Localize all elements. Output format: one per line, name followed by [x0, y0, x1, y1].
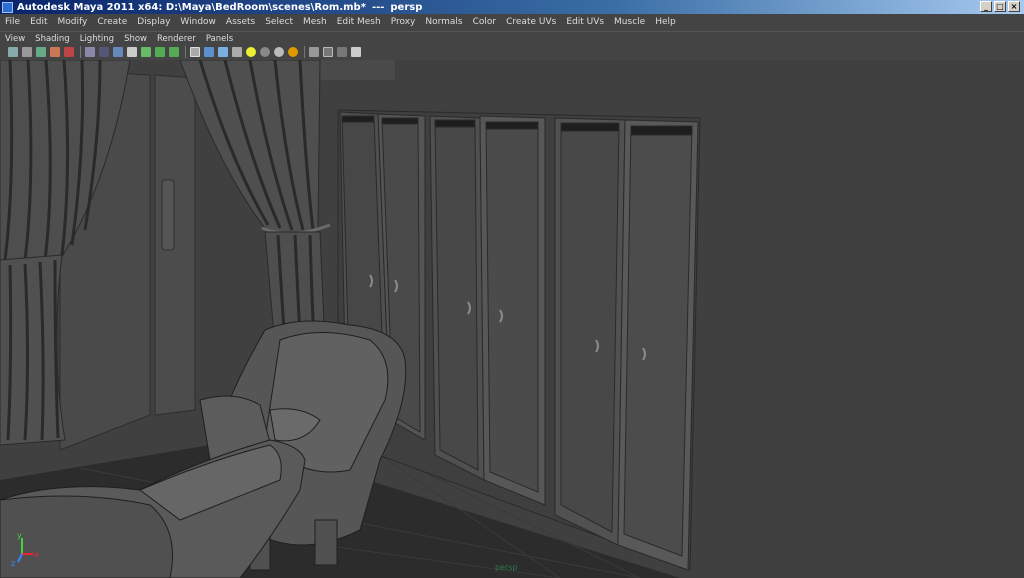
menu-create-uvs[interactable]: Create UVs: [501, 17, 561, 27]
grid-icon[interactable]: [85, 47, 95, 57]
toolbar-separator: [304, 46, 305, 58]
motion-blur-icon[interactable]: [288, 47, 298, 57]
menu-muscle[interactable]: Muscle: [609, 17, 650, 27]
camera-attributes-icon[interactable]: [8, 47, 18, 57]
gate-mask-icon[interactable]: [127, 47, 137, 57]
menu-edit[interactable]: Edit: [25, 17, 52, 27]
safe-title-icon[interactable]: [169, 47, 179, 57]
menu-edit-uvs[interactable]: Edit UVs: [561, 17, 609, 27]
panel-menu-renderer[interactable]: Renderer: [152, 34, 201, 44]
field-chart-icon[interactable]: [141, 47, 151, 57]
wireframe-icon[interactable]: [190, 47, 200, 57]
menu-select[interactable]: Select: [260, 17, 298, 27]
menu-create[interactable]: Create: [92, 17, 132, 27]
panel-menu-show[interactable]: Show: [119, 34, 152, 44]
menu-help[interactable]: Help: [650, 17, 681, 27]
wardrobe-door: [479, 115, 546, 506]
grease-pencil-icon[interactable]: [64, 47, 74, 57]
xray-components-icon[interactable]: [351, 47, 361, 57]
title-separator: ---: [371, 1, 385, 13]
panel-menu-bar: View Shading Lighting Show Renderer Pane…: [0, 31, 1024, 45]
menu-modify[interactable]: Modify: [53, 17, 93, 27]
textured-icon[interactable]: [232, 47, 242, 57]
panel-menu-panels[interactable]: Panels: [201, 34, 238, 44]
maya-app-icon[interactable]: [2, 1, 13, 13]
xray-icon[interactable]: [323, 47, 333, 57]
menu-edit-mesh[interactable]: Edit Mesh: [332, 17, 386, 27]
smooth-shade-icon[interactable]: [204, 47, 214, 57]
menu-window[interactable]: Window: [175, 17, 221, 27]
menu-file[interactable]: File: [0, 17, 25, 27]
panel-menu-lighting[interactable]: Lighting: [75, 34, 119, 44]
perspective-viewport[interactable]: y x z persp: [0, 60, 1024, 578]
toolbar-separator: [185, 46, 186, 58]
axis-label-y: y: [17, 531, 22, 540]
panel-toolbar: [0, 44, 1024, 60]
menu-display[interactable]: Display: [132, 17, 175, 27]
screen-space-ao-icon[interactable]: [274, 47, 284, 57]
isolate-select-icon[interactable]: [309, 47, 319, 57]
scene-render: y x z persp: [0, 60, 1024, 578]
safe-action-icon[interactable]: [155, 47, 165, 57]
wardrobe-door: [617, 119, 699, 571]
menu-normals[interactable]: Normals: [420, 17, 467, 27]
use-all-lights-icon[interactable]: [246, 47, 256, 57]
menu-proxy[interactable]: Proxy: [386, 17, 421, 27]
main-menu-bar: File Edit Modify Create Display Window A…: [0, 14, 1024, 30]
camera-name-label: persp: [495, 563, 518, 572]
panel-menu-view[interactable]: View: [0, 34, 30, 44]
window-controls: _ □ ×: [980, 1, 1020, 12]
wardrobe-door: [429, 115, 485, 481]
title-view-name: persp: [390, 1, 423, 13]
window-title: Autodesk Maya 2011 x64: D:\Maya\BedRoom\…: [17, 1, 366, 13]
axis-label-z: z: [11, 559, 15, 568]
image-plane-icon[interactable]: [36, 47, 46, 57]
wardrobe-door: [554, 117, 626, 546]
menu-assets[interactable]: Assets: [221, 17, 260, 27]
menu-color[interactable]: Color: [468, 17, 502, 27]
close-button[interactable]: ×: [1008, 1, 1020, 12]
film-gate-icon[interactable]: [99, 47, 109, 57]
shadows-icon[interactable]: [260, 47, 270, 57]
title-bar: Autodesk Maya 2011 x64: D:\Maya\BedRoom\…: [0, 0, 1024, 14]
restore-button[interactable]: □: [994, 1, 1006, 12]
bookmark-icon[interactable]: [22, 47, 32, 57]
resolution-gate-icon[interactable]: [113, 47, 123, 57]
panel-menu-shading[interactable]: Shading: [30, 34, 75, 44]
minimize-button[interactable]: _: [980, 1, 992, 12]
xray-joints-icon[interactable]: [337, 47, 347, 57]
toolbar-separator: [80, 46, 81, 58]
wireframe-on-shaded-icon[interactable]: [218, 47, 228, 57]
2d-pan-icon[interactable]: [50, 47, 60, 57]
axis-label-x: x: [34, 550, 39, 559]
menu-mesh[interactable]: Mesh: [298, 17, 332, 27]
